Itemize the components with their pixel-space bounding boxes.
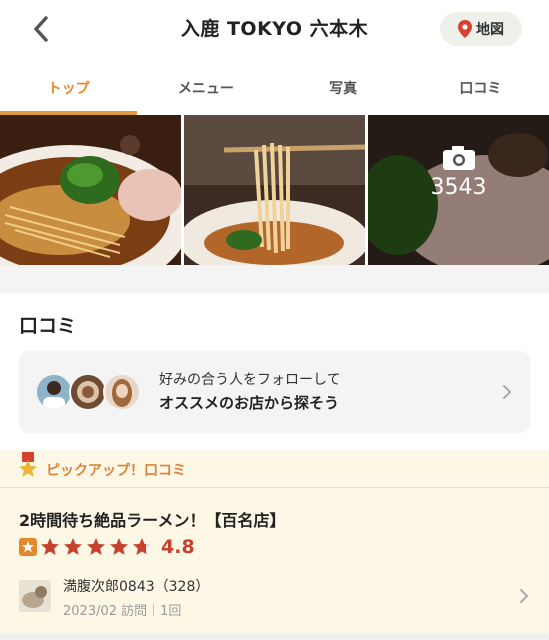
camera-icon [442,146,475,170]
avatar [103,373,141,411]
top-bar: 入鹿 TOKYO 六本木 地図 [0,0,549,60]
tab-bar: トップ メニュー 写真 口コミ [0,60,549,115]
rating-value: 4.8 [161,536,195,558]
photo-noodle-lift[interactable] [184,115,365,265]
follow-text-line2: オススメのお店から探そう [159,394,340,412]
tab-label: トップ [47,80,90,97]
map-button-label: 地図 [476,22,504,38]
star-icon [64,538,82,555]
visit-info: 2023/02 訪問｜1回 [63,604,182,619]
follow-text: 好みの合う人をフォローして オススメのお店から探そう [159,369,341,415]
star-icon [87,538,105,555]
tab-label: メニュー [177,80,234,97]
rating: 4.8 [19,535,195,559]
ribbon-star-icon [19,452,37,477]
avatar [35,373,73,411]
reviews-section: 口コミ 好みの合う人をフォローして オススメのお店から探そう [0,293,549,450]
pickup-review-card: ピックアップ！口コミ 2時間待ち絶品ラーメン！【百名店】 4.8 満腹次郎084… [0,450,549,640]
bottom-divider [0,634,549,640]
tab-reviews[interactable]: 口コミ [412,60,549,115]
pickup-label: ピックアップ！口コミ [46,463,186,479]
star-icon [110,538,128,555]
tab-label: 口コミ [459,80,502,97]
reviews-section-title: 口コミ [19,315,77,337]
avatar [69,373,107,411]
star-icon [41,538,59,555]
follow-text-line1: 好みの合う人をフォローして [159,372,341,388]
photo-more[interactable]: 3543 [368,115,549,265]
photo-count: 3543 [430,175,487,200]
map-button[interactable]: 地図 [440,12,522,46]
tab-label: 写真 [329,80,358,97]
photo-count-overlay: 3543 [368,145,549,200]
reviewer-avatar [19,580,51,612]
review-title[interactable]: 2時間待ち絶品ラーメン！【百名店】 [19,507,286,531]
photo-ramen-bowl[interactable] [0,115,181,265]
pickup-header: ピックアップ！口コミ [0,450,549,488]
reviewer-row[interactable]: 満腹次郎0843（328） 2023/02 訪問｜1回 [19,576,529,622]
photo-strip: 3543 [0,115,549,265]
tab-top[interactable]: トップ [0,60,138,115]
tab-menu[interactable]: メニュー [137,60,274,115]
chevron-right-icon [503,385,511,399]
tab-photos[interactable]: 写真 [275,60,412,115]
rating-badge-icon [19,538,37,556]
section-divider [0,265,549,293]
star-partial-icon [133,538,151,555]
user-avatars [35,373,161,413]
map-pin-icon [458,20,472,38]
follow-suggestion-card[interactable]: 好みの合う人をフォローして オススメのお店から探そう [19,351,530,433]
reviewer-name: 満腹次郎0843（328） [63,579,210,595]
chevron-right-icon [520,589,528,603]
